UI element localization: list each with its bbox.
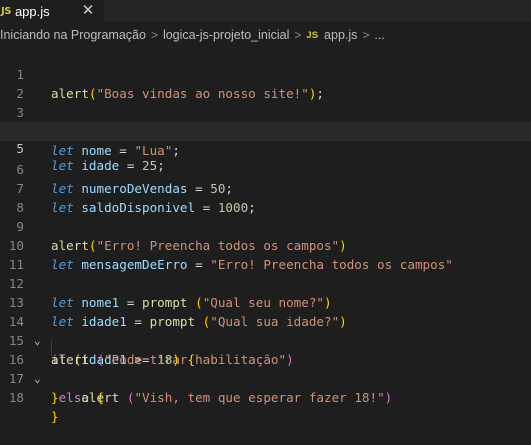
code-line-7[interactable]: 7 let saldoDisponivel = 1000; xyxy=(0,160,531,215)
code-line-16[interactable]: 16 ⌄ }else { xyxy=(0,331,531,405)
code-line-6[interactable]: 6 let numeroDeVendas = 50; xyxy=(0,141,531,196)
code-line-18[interactable]: 18 } xyxy=(0,369,531,424)
code-line-17[interactable]: 17 alert ("Vish, tem que esperar fazer 1… xyxy=(0,350,531,405)
tab-app-js[interactable]: JS app.js ✕ xyxy=(0,0,104,22)
js-file-icon: JS xyxy=(1,5,11,17)
close-icon[interactable]: ✕ xyxy=(80,2,96,18)
chevron-right-icon: > xyxy=(294,28,302,42)
code-editor[interactable]: 1 alert("Boas vindas ao nosso site!"); 2… xyxy=(0,44,531,424)
code-line-13[interactable]: 13 let idade1 = prompt ("Qual sua idade?… xyxy=(0,274,531,329)
breadcrumb-folder-1[interactable]: Iniciando na Programação xyxy=(0,28,146,42)
code-line-5[interactable]: 5 let idade = 25; xyxy=(0,122,531,173)
code-line-12[interactable]: 12 let nome1 = prompt ("Qual seu nome?") xyxy=(0,255,531,310)
code-text: } xyxy=(51,409,59,424)
js-file-icon: JS xyxy=(306,29,319,41)
code-line-1[interactable]: 1 alert("Boas vindas ao nosso site!"); xyxy=(0,46,531,101)
code-text: alert ("Vish, tem que esperar fazer 18!"… xyxy=(81,390,393,405)
tab-bar: JS app.js ✕ xyxy=(0,0,531,22)
breadcrumb-more[interactable]: ... xyxy=(374,28,384,42)
code-line-3[interactable]: 3 xyxy=(0,84,531,120)
tab-label: app.js xyxy=(14,3,50,19)
code-line-4[interactable]: 4 let nome = "Lua"; xyxy=(0,103,531,158)
code-line-2[interactable]: 2 xyxy=(0,65,531,101)
code-line-8[interactable]: 8 xyxy=(0,179,531,215)
code-line-14[interactable]: 14 ⌄ if (idade1 >= 18) { xyxy=(0,293,531,367)
breadcrumb-folder-2[interactable]: logica-js-projeto_inicial xyxy=(163,28,289,42)
code-line-10[interactable]: 10 let mensagemDeErro = "Erro! Preencha … xyxy=(0,217,531,272)
breadcrumb-file[interactable]: app.js xyxy=(324,28,357,42)
code-line-15[interactable]: 15 alert ("Pode tirar habilitação") xyxy=(0,312,531,367)
code-line-11[interactable]: 11 xyxy=(0,236,531,272)
chevron-right-icon: > xyxy=(362,28,370,42)
chevron-right-icon: > xyxy=(150,28,158,42)
code-line-9[interactable]: 9 alert("Erro! Preencha todos os campos"… xyxy=(0,198,531,253)
line-number: 18 xyxy=(8,390,24,405)
